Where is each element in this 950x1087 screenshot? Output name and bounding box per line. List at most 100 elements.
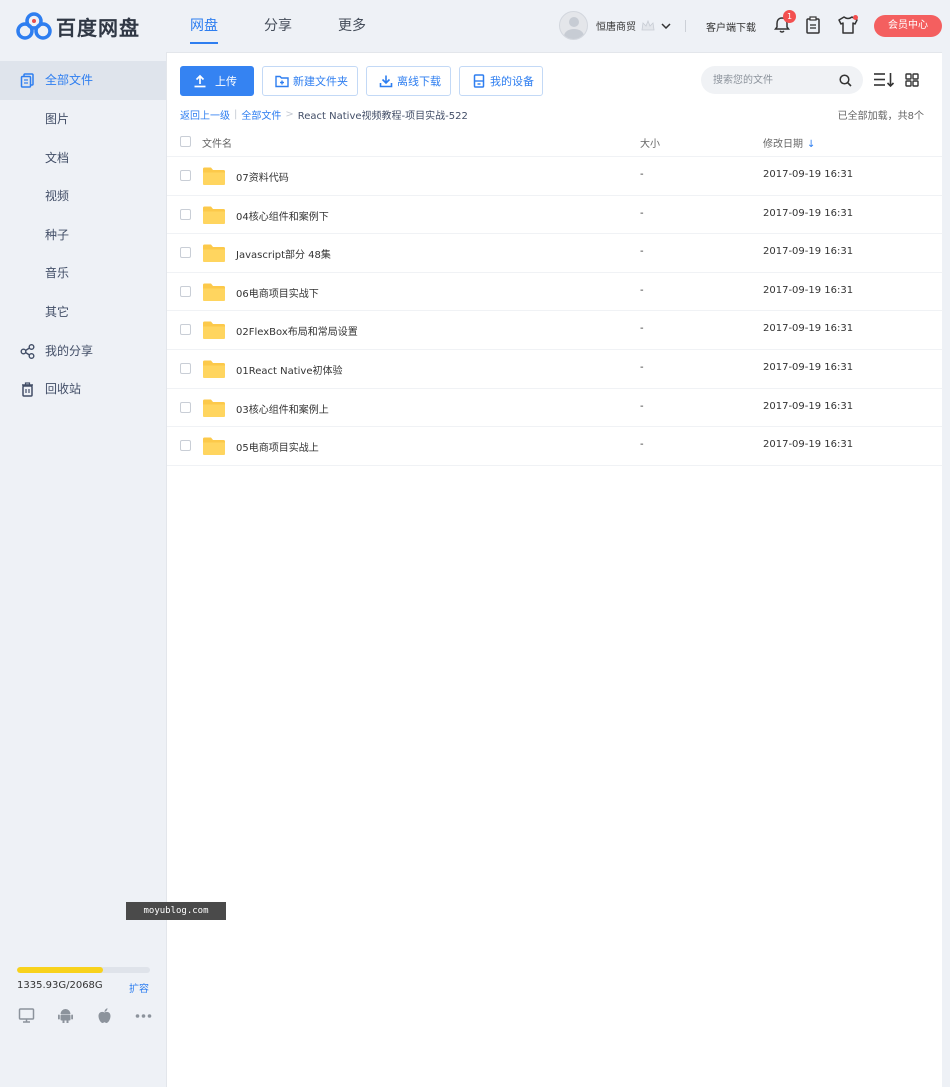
- device-icon: [473, 74, 485, 88]
- file-name[interactable]: 07资料代码: [236, 169, 289, 184]
- file-name[interactable]: 04核心组件和案例下: [236, 208, 329, 223]
- sidebar-item-label: 全部文件: [45, 73, 94, 87]
- username[interactable]: 恒唐商贸: [596, 18, 636, 33]
- file-modified-date: 2017-09-19 16:31: [763, 246, 854, 258]
- offline-download-button[interactable]: 离线下载: [366, 66, 451, 96]
- table-row[interactable]: 03核心组件和案例上 - 2017-09-19 16:31: [167, 389, 943, 428]
- table-row[interactable]: 07资料代码 - 2017-09-19 16:31: [167, 157, 943, 196]
- file-name[interactable]: 03核心组件和案例上: [236, 401, 329, 416]
- file-name[interactable]: 05电商项目实战上: [236, 439, 319, 454]
- row-checkbox[interactable]: [180, 285, 191, 297]
- table-row[interactable]: 04核心组件和案例下 - 2017-09-19 16:31: [167, 196, 943, 235]
- client-download-link[interactable]: 客户端下载: [706, 19, 756, 34]
- column-header-date-label: 修改日期: [763, 139, 803, 150]
- sidebar-item-all-files[interactable]: 全部文件: [0, 61, 166, 100]
- table-row[interactable]: 06电商项目实战下 - 2017-09-19 16:31: [167, 273, 943, 312]
- row-checkbox[interactable]: [180, 401, 191, 413]
- table-row[interactable]: 01React Native初体验 - 2017-09-19 16:31: [167, 350, 943, 389]
- vip-crown-icon: [641, 19, 655, 30]
- breadcrumb-back-link[interactable]: 返回上一级: [180, 107, 230, 122]
- apple-icon[interactable]: [96, 1007, 113, 1024]
- file-size: -: [640, 361, 644, 373]
- chevron-down-icon[interactable]: [661, 22, 671, 29]
- nav-tab-netdisk[interactable]: 网盘: [190, 0, 218, 52]
- file-name[interactable]: 06电商项目实战下: [236, 285, 319, 300]
- expand-storage-link[interactable]: 扩容: [129, 980, 149, 995]
- row-checkbox[interactable]: [180, 247, 191, 259]
- sidebar-item-music[interactable]: 音乐: [0, 254, 166, 293]
- storage-quota-text: 1335.93G/2068G: [17, 980, 103, 991]
- app-logo[interactable]: 百度网盘: [16, 11, 140, 41]
- sidebar-item-label: 视频: [45, 189, 70, 203]
- sidebar-item-label: 文档: [45, 151, 70, 165]
- folder-icon: [203, 283, 225, 301]
- sidebar: 全部文件 图片 文档 视频 种子 音乐 其它 我的分享 回收站 1335.93G…: [0, 52, 166, 1087]
- row-checkbox[interactable]: [180, 324, 191, 336]
- my-devices-label: 我的设备: [490, 75, 534, 88]
- sidebar-item-videos[interactable]: 视频: [0, 177, 166, 216]
- file-icon: [20, 73, 34, 88]
- divider: [685, 19, 686, 32]
- folder-icon: [203, 360, 225, 378]
- nav-tab-more[interactable]: 更多: [338, 0, 366, 52]
- my-devices-button[interactable]: 我的设备: [459, 66, 543, 96]
- sidebar-item-label: 回收站: [45, 382, 82, 396]
- breadcrumb-chevron-icon: >: [285, 109, 294, 120]
- file-size: -: [640, 400, 644, 412]
- column-header-size[interactable]: 大小: [640, 135, 660, 150]
- column-header-name[interactable]: 文件名: [202, 135, 232, 150]
- app-name: 百度网盘: [56, 15, 140, 40]
- grid-view-icon[interactable]: [905, 73, 919, 87]
- vip-center-button[interactable]: 会员中心: [874, 15, 942, 37]
- sidebar-item-documents[interactable]: 文档: [0, 139, 166, 178]
- user-menu[interactable]: 恒唐商贸: [559, 11, 686, 40]
- upload-button[interactable]: 上传: [180, 66, 254, 96]
- folder-icon: [203, 206, 225, 224]
- sort-icon[interactable]: [873, 71, 895, 88]
- top-header: 百度网盘 网盘 分享 更多 恒唐商贸 客户端下载 1 会员中心: [0, 0, 950, 52]
- load-status-text: 已全部加载，共8个: [837, 111, 924, 122]
- select-all-checkbox[interactable]: [180, 136, 191, 147]
- upload-icon: [194, 74, 206, 88]
- file-modified-date: 2017-09-19 16:31: [763, 169, 854, 180]
- row-checkbox[interactable]: [180, 208, 191, 220]
- desktop-icon[interactable]: [18, 1007, 35, 1024]
- more-dots-icon[interactable]: [135, 1007, 152, 1024]
- file-modified-date: 2017-09-19 16:31: [763, 400, 854, 412]
- file-modified-date: 2017-09-19 16:31: [763, 207, 854, 219]
- sidebar-item-label: 图片: [45, 112, 70, 126]
- sidebar-item-torrents[interactable]: 种子: [0, 216, 166, 255]
- android-icon[interactable]: [57, 1007, 74, 1024]
- file-name[interactable]: 02FlexBox布局和常局设置: [236, 323, 358, 338]
- breadcrumb-all-files-link[interactable]: 全部文件: [241, 107, 281, 122]
- file-name[interactable]: 01React Native初体验: [236, 362, 342, 377]
- row-checkbox[interactable]: [180, 170, 191, 181]
- folder-icon: [203, 167, 225, 185]
- file-modified-date: 2017-09-19 16:31: [763, 361, 854, 373]
- sidebar-item-recycle-bin[interactable]: 回收站: [0, 370, 166, 409]
- sidebar-item-images[interactable]: 图片: [0, 100, 166, 139]
- table-row[interactable]: Javascript部分 48集 - 2017-09-19 16:31: [167, 234, 943, 273]
- sidebar-item-other[interactable]: 其它: [0, 293, 166, 332]
- file-modified-date: 2017-09-19 16:31: [763, 284, 854, 296]
- new-folder-button[interactable]: 新建文件夹: [262, 66, 358, 96]
- file-size: -: [640, 439, 644, 451]
- file-size: -: [640, 246, 644, 258]
- nav-tab-share[interactable]: 分享: [264, 0, 292, 52]
- file-size: -: [640, 284, 644, 296]
- table-row[interactable]: 05电商项目实战上 - 2017-09-19 16:31: [167, 427, 943, 466]
- column-header-date[interactable]: 修改日期 ↓: [763, 135, 815, 150]
- new-folder-label: 新建文件夹: [293, 75, 348, 88]
- file-modified-date: 2017-09-19 16:31: [763, 323, 854, 335]
- row-checkbox[interactable]: [180, 362, 191, 374]
- skin-button[interactable]: [838, 15, 858, 34]
- row-checkbox[interactable]: [180, 440, 191, 452]
- task-list-button[interactable]: [805, 16, 821, 34]
- sidebar-item-my-shares[interactable]: 我的分享: [0, 332, 166, 371]
- breadcrumb-current-folder: React Native视频教程-项目实战-522: [297, 111, 468, 122]
- file-name[interactable]: Javascript部分 48集: [236, 246, 331, 261]
- search-icon[interactable]: [839, 74, 852, 87]
- avatar[interactable]: [559, 11, 588, 40]
- table-row[interactable]: 02FlexBox布局和常局设置 - 2017-09-19 16:31: [167, 311, 943, 350]
- notification-button[interactable]: 1: [773, 10, 796, 34]
